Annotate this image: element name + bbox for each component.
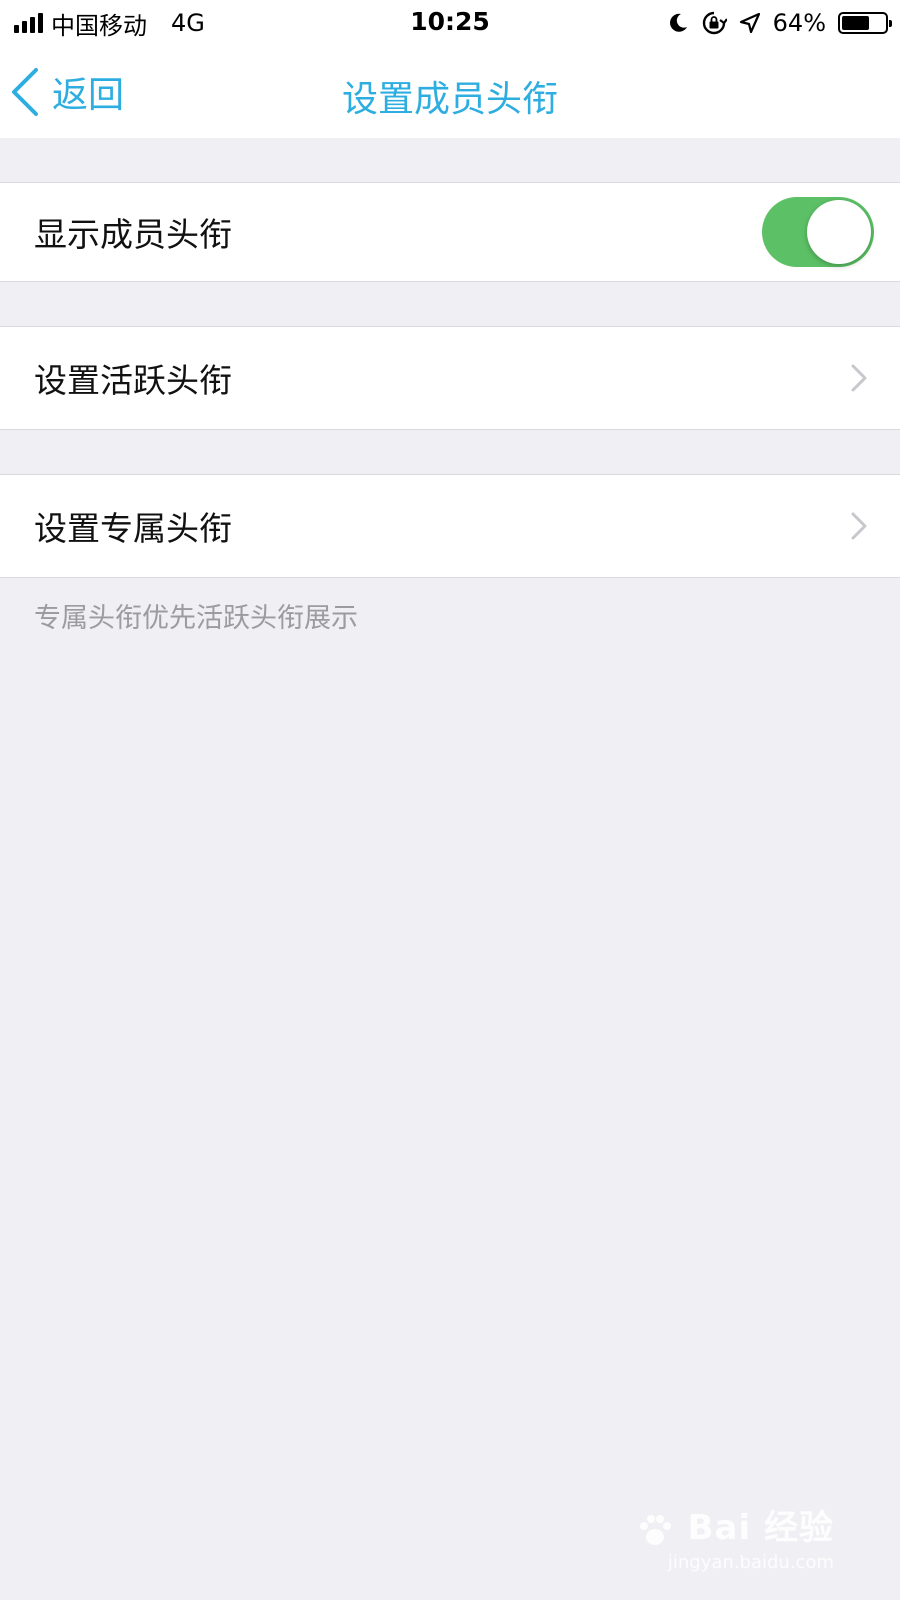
footer-note: 专属头衔优先活跃头衔展示 <box>34 603 358 634</box>
status-right: 64% <box>667 8 892 38</box>
orientation-lock-icon <box>702 11 727 35</box>
location-icon <box>739 12 760 34</box>
watermark-brand-text: Bai 经验 <box>687 1508 834 1548</box>
toggle-knob <box>807 200 871 264</box>
show-title-label: 显示成员头衔 <box>34 215 232 254</box>
chevron-right-icon <box>851 364 867 392</box>
battery-percent: 64% <box>772 9 826 37</box>
active-title-cell[interactable]: 设置活跃头衔 <box>0 326 900 430</box>
nav-bar: 返回 设置成员头衔 <box>0 46 900 138</box>
paw-icon <box>639 1514 671 1545</box>
watermark: Bai 经验 jingyan.baidu.com <box>635 1500 834 1573</box>
watermark-brand: Bai 经验 <box>635 1500 834 1550</box>
watermark-url: jingyan.baidu.com <box>667 1551 834 1573</box>
exclusive-title-label: 设置专属头衔 <box>34 509 232 548</box>
battery-icon <box>838 12 892 34</box>
status-bar: 中国移动 4G 10:25 64% <box>0 0 900 46</box>
active-title-label: 设置活跃头衔 <box>34 361 232 400</box>
exclusive-title-cell[interactable]: 设置专属头衔 <box>0 474 900 578</box>
chevron-right-icon <box>851 512 867 540</box>
battery-fill <box>842 16 869 30</box>
screen: 中国移动 4G 10:25 64% 返回 设置成员头衔 显示成员头衔 设置活跃头… <box>0 0 900 1600</box>
page-title: 设置成员头衔 <box>341 79 558 120</box>
show-title-toggle[interactable] <box>762 197 874 267</box>
moon-icon <box>669 13 687 32</box>
show-title-cell: 显示成员头衔 <box>0 182 900 282</box>
